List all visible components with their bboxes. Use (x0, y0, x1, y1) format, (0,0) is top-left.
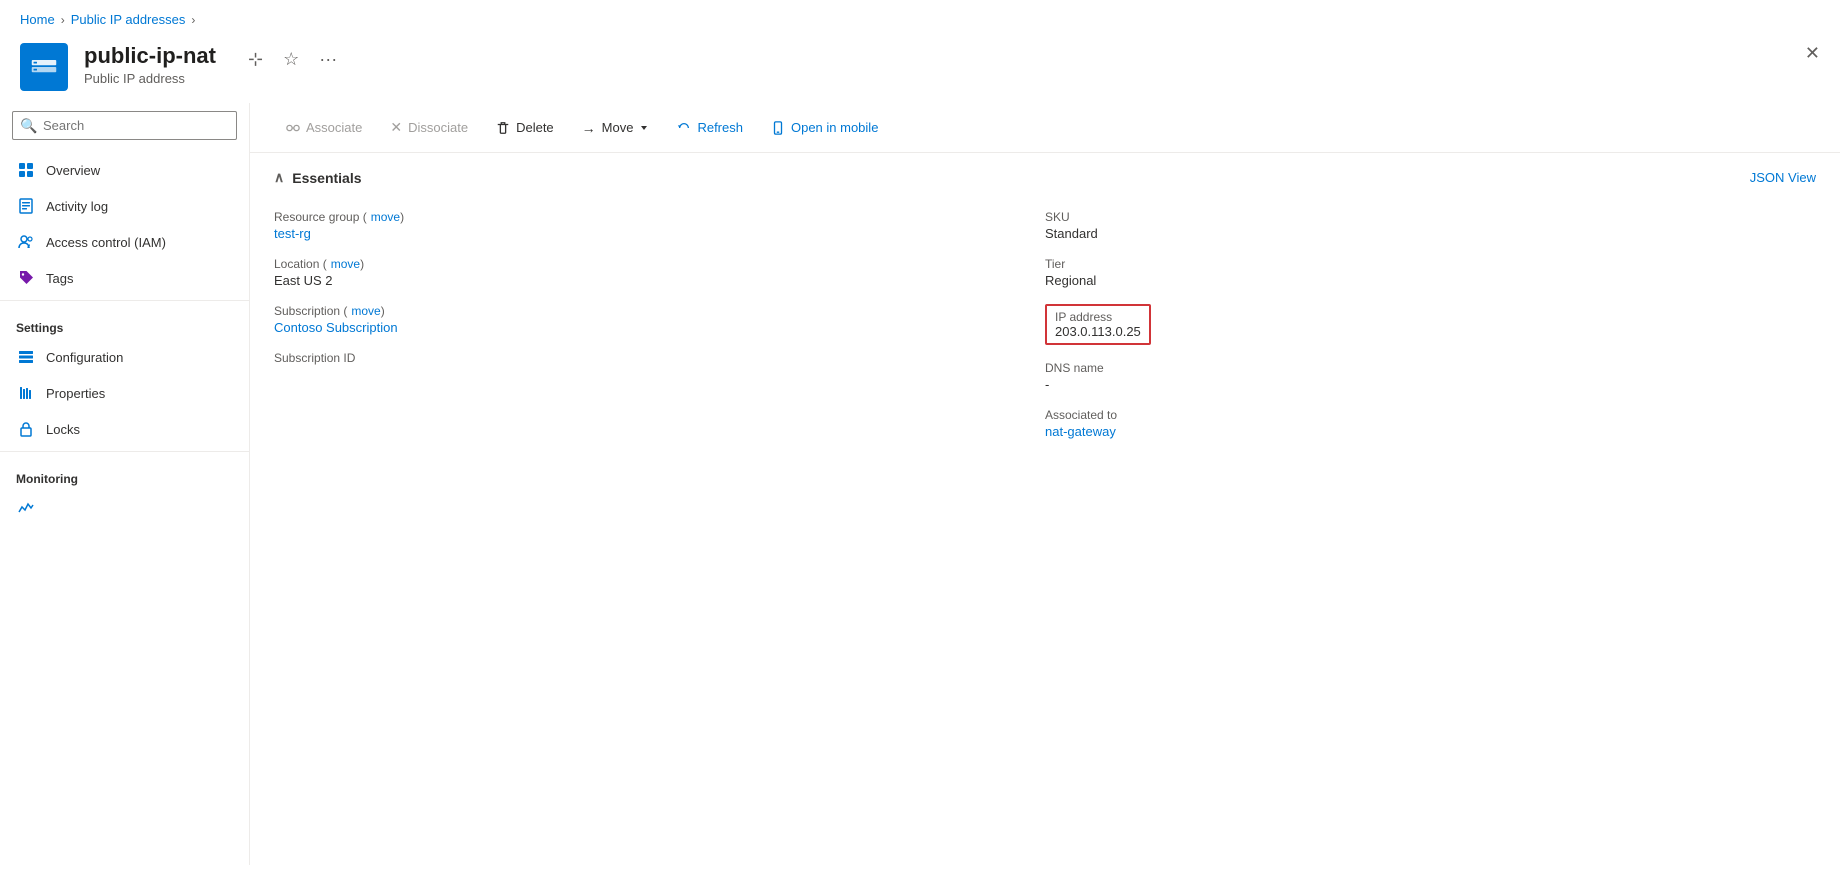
search-input[interactable] (12, 111, 237, 140)
close-button[interactable]: ✕ (1805, 43, 1820, 64)
sidebar-item-monitoring-placeholder[interactable] (0, 490, 249, 526)
sku-field: SKU Standard (1045, 202, 1816, 249)
sidebar-item-activity-log[interactable]: Activity log (0, 188, 249, 224)
sidebar-item-properties[interactable]: Properties (0, 375, 249, 411)
location-value: East US 2 (274, 273, 1045, 288)
locks-icon (16, 419, 36, 439)
search-icon: 🔍 (20, 117, 37, 134)
resource-name: public-ip-nat (84, 43, 216, 69)
resource-title-group: public-ip-nat Public IP address (84, 43, 216, 86)
resource-header: public-ip-nat Public IP address ⊹ ☆ ··· … (0, 35, 1840, 103)
ip-address-field: IP address 203.0.113.0.25 (1045, 296, 1816, 353)
dissociate-button[interactable]: ✕ Dissociate (378, 113, 480, 142)
essentials-left-column: Resource group (move) test-rg Location (… (274, 202, 1045, 447)
breadcrumb-home[interactable]: Home (20, 12, 55, 27)
resource-icon (20, 43, 68, 91)
search-container: 🔍 《 (12, 111, 237, 140)
sidebar-item-tags-label: Tags (46, 271, 73, 286)
ip-address-label: IP address (1055, 310, 1141, 324)
resource-group-field: Resource group (move) test-rg (274, 202, 1045, 249)
dns-name-field: DNS name - (1045, 353, 1816, 400)
sidebar-item-tags[interactable]: Tags (0, 260, 249, 296)
ip-address-value: 203.0.113.0.25 (1055, 324, 1141, 339)
sku-label: SKU (1045, 210, 1816, 224)
location-move-link[interactable]: move (331, 257, 360, 271)
refresh-button[interactable]: Refresh (665, 114, 755, 141)
resource-type: Public IP address (84, 71, 216, 86)
overview-icon (16, 160, 36, 180)
tags-icon (16, 268, 36, 288)
essentials-section: ∧ Essentials JSON View Resource group (m… (250, 153, 1840, 463)
sidebar: 🔍 《 Overview Activity log Access control… (0, 103, 250, 865)
associated-to-label: Associated to (1045, 408, 1816, 422)
sku-value: Standard (1045, 226, 1816, 241)
sidebar-item-locks-label: Locks (46, 422, 80, 437)
sidebar-item-overview-label: Overview (46, 163, 100, 178)
breadcrumb-public-ip[interactable]: Public IP addresses (71, 12, 186, 27)
tier-value: Regional (1045, 273, 1816, 288)
sidebar-item-properties-label: Properties (46, 386, 105, 401)
favorite-button[interactable]: ☆ (279, 47, 303, 72)
sidebar-item-access-control-label: Access control (IAM) (46, 235, 166, 250)
delete-button[interactable]: Delete (484, 114, 566, 141)
header-action-buttons: ⊹ ☆ ··· (244, 47, 341, 72)
essentials-title: ∧ Essentials (274, 169, 362, 186)
monitoring-section-label: Monitoring (0, 456, 249, 490)
dns-name-label: DNS name (1045, 361, 1816, 375)
sidebar-item-configuration[interactable]: Configuration (0, 339, 249, 375)
pin-button[interactable]: ⊹ (244, 47, 267, 72)
main-layout: 🔍 《 Overview Activity log Access control… (0, 103, 1840, 865)
subscription-move-link[interactable]: move (351, 304, 380, 318)
sidebar-item-access-control[interactable]: Access control (IAM) (0, 224, 249, 260)
more-options-button[interactable]: ··· (315, 47, 341, 72)
subscription-value-link[interactable]: Contoso Subscription (274, 320, 398, 335)
access-control-icon (16, 232, 36, 252)
subscription-id-label: Subscription ID (274, 351, 1045, 365)
subscription-id-field: Subscription ID (274, 343, 1045, 375)
ip-address-highlighted-box: IP address 203.0.113.0.25 (1045, 304, 1151, 345)
properties-icon (16, 383, 36, 403)
open-in-mobile-button[interactable]: Open in mobile (759, 114, 890, 141)
settings-section-label: Settings (0, 305, 249, 339)
breadcrumb: Home › Public IP addresses › (0, 0, 1840, 35)
essentials-header: ∧ Essentials JSON View (274, 169, 1816, 186)
configuration-icon (16, 347, 36, 367)
activity-log-icon (16, 196, 36, 216)
essentials-chevron-icon[interactable]: ∧ (274, 169, 284, 186)
sidebar-divider-monitoring (0, 451, 249, 452)
sidebar-item-locks[interactable]: Locks (0, 411, 249, 447)
resource-group-value-link[interactable]: test-rg (274, 226, 311, 241)
toolbar: Associate ✕ Dissociate Delete → Move Ref… (250, 103, 1840, 153)
sidebar-divider-settings (0, 300, 249, 301)
tier-field: Tier Regional (1045, 249, 1816, 296)
associated-to-value-link[interactable]: nat-gateway (1045, 424, 1116, 439)
dns-name-value: - (1045, 377, 1816, 392)
sidebar-item-overview[interactable]: Overview (0, 152, 249, 188)
essentials-right-column: SKU Standard Tier Regional IP address 20… (1045, 202, 1816, 447)
location-field: Location (move) East US 2 (274, 249, 1045, 296)
subscription-field: Subscription (move) Contoso Subscription (274, 296, 1045, 343)
json-view-link[interactable]: JSON View (1750, 170, 1816, 185)
sidebar-item-configuration-label: Configuration (46, 350, 123, 365)
essentials-grid: Resource group (move) test-rg Location (… (274, 202, 1816, 447)
associate-button[interactable]: Associate (274, 114, 374, 141)
move-button[interactable]: → Move (570, 114, 662, 142)
monitoring-icon (16, 498, 36, 518)
content-area: Associate ✕ Dissociate Delete → Move Ref… (250, 103, 1840, 865)
resource-group-move-link[interactable]: move (371, 210, 400, 224)
tier-label: Tier (1045, 257, 1816, 271)
sidebar-item-activity-log-label: Activity log (46, 199, 108, 214)
associated-to-field: Associated to nat-gateway (1045, 400, 1816, 447)
